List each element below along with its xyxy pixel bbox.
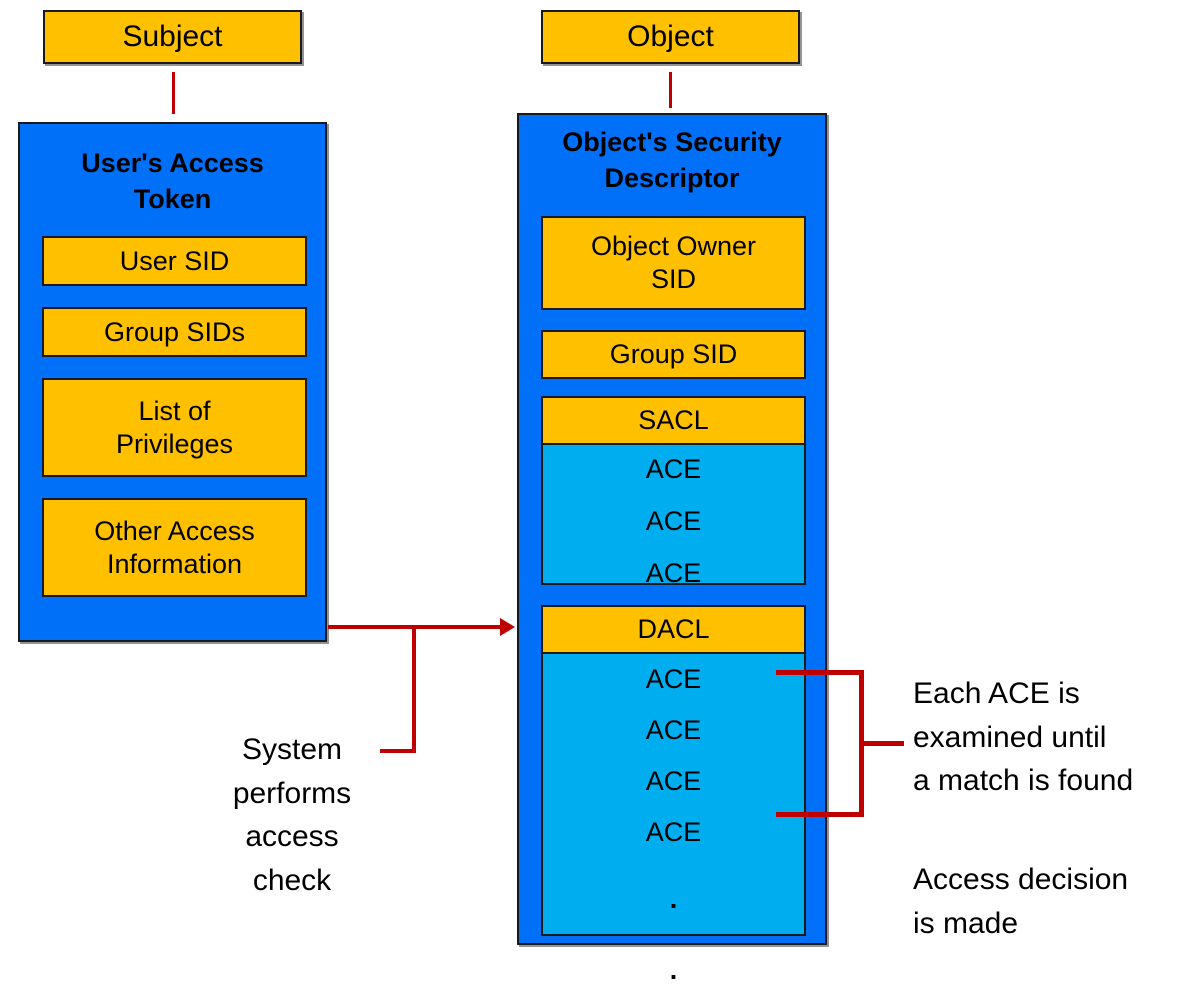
descriptor-dacl-header: DACL: [541, 605, 806, 654]
access-check-elbow-vertical: [412, 628, 416, 753]
access-check-caption-line3: access check: [245, 820, 339, 897]
descriptor-owner-sid-line2: SID: [650, 264, 696, 294]
each-ace-caption-line3: a match is found: [913, 764, 1134, 797]
descriptor-owner-sid: Object Owner SID: [541, 216, 806, 310]
object-label-box: Object: [541, 10, 800, 64]
descriptor-sacl-ace-list: ACE ACE ACE: [541, 445, 806, 588]
each-ace-caption-line2: examined until: [913, 720, 1107, 754]
descriptor-dacl-ace-list: ACE ACE ACE ACE . .: [541, 654, 806, 984]
access-check-arrow-head: [500, 618, 515, 636]
ace-bracket-bottom-arm: [776, 812, 864, 817]
token-item-user-sid: User SID: [42, 236, 307, 286]
dacl-ellipsis-dot: .: [669, 955, 678, 985]
dacl-ace-row: ACE: [645, 817, 702, 847]
subject-label-box: Subject: [43, 10, 302, 64]
access-check-elbow-horizontal: [380, 749, 416, 753]
descriptor-dacl-header-label: DACL: [637, 614, 710, 645]
dacl-ace-row: ACE: [645, 766, 702, 796]
object-to-descriptor-connector: [669, 72, 672, 108]
security-descriptor-title-line1: Object's Security: [562, 127, 782, 157]
sacl-ace-row: ACE: [645, 506, 702, 536]
token-item-other-access-information: Other Access Information: [42, 498, 307, 597]
token-item-privileges-line2: Privileges: [115, 428, 234, 459]
token-item-group-sids: Group SIDs: [42, 307, 307, 357]
token-item-user-sid-label: User SID: [119, 245, 230, 276]
object-security-descriptor-panel: Object's Security Descriptor Object Owne…: [517, 113, 827, 984]
token-item-other-access-line1: Other Access: [94, 515, 255, 546]
dacl-ace-row: ACE: [645, 664, 702, 694]
access-decision-caption-line2: is made: [913, 906, 1019, 940]
dacl-ace-row: ACE: [645, 715, 702, 745]
descriptor-owner-sid-line1: Object Owner: [590, 231, 757, 262]
user-access-token-panel: User's Access Token User SID Group SIDs …: [18, 122, 327, 642]
each-ace-caption-line1: Each ACE is: [913, 677, 1080, 710]
descriptor-group-sid-label: Group SID: [609, 339, 738, 370]
dacl-ellipsis-dot: .: [669, 884, 678, 914]
access-check-caption-line1: System: [241, 733, 343, 766]
token-item-list-of-privileges: List of Privileges: [42, 378, 307, 477]
access-check-caption-line2: performs: [232, 776, 352, 810]
access-decision-caption-line1: Access decision: [913, 863, 1129, 896]
token-item-privileges-line1: List of: [138, 395, 211, 426]
subject-to-token-connector: [172, 72, 175, 114]
descriptor-sacl-header: SACL: [541, 396, 806, 445]
object-label: Object: [627, 19, 714, 53]
ace-bracket-stub: [859, 741, 904, 746]
descriptor-group-sid: Group SID: [541, 330, 806, 379]
subject-label: Subject: [122, 19, 223, 53]
access-check-caption: System performs access check: [208, 728, 376, 902]
access-check-arrow-shaft: [328, 625, 504, 629]
sacl-ace-row: ACE: [645, 454, 702, 484]
access-decision-caption: Access decision is made: [913, 858, 1193, 945]
user-access-token-title-line1: User's Access: [81, 148, 264, 178]
user-access-token-title: User's Access Token: [20, 146, 325, 217]
security-descriptor-title-line2: Descriptor: [604, 162, 740, 193]
sacl-ace-row: ACE: [645, 558, 702, 588]
each-ace-caption: Each ACE is examined until a match is fo…: [913, 672, 1193, 803]
descriptor-sacl-header-label: SACL: [638, 405, 709, 436]
ace-bracket-top-arm: [776, 670, 864, 675]
token-item-other-access-line2: Information: [106, 548, 243, 579]
user-access-token-title-line2: Token: [133, 183, 212, 214]
security-descriptor-title: Object's Security Descriptor: [519, 125, 825, 196]
diagram-canvas: Subject User's Access Token User SID Gro…: [0, 0, 1200, 984]
token-item-group-sids-label: Group SIDs: [103, 316, 246, 347]
